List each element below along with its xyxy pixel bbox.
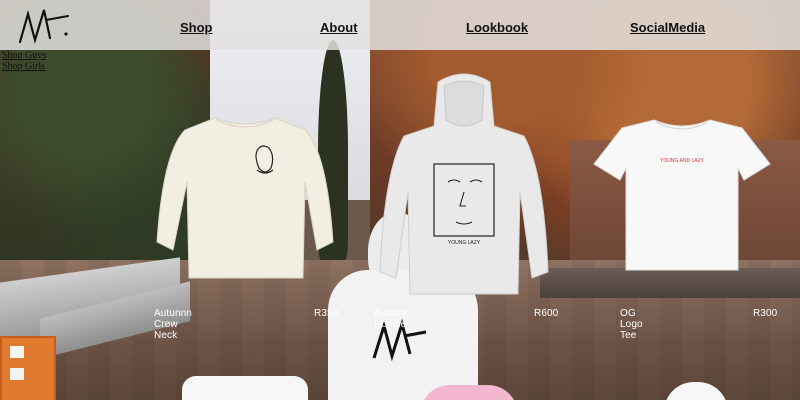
- product-name: Autunnn Crew Neck: [154, 308, 192, 341]
- product-shorts-peek: [182, 376, 308, 400]
- product-name: OG Logo Tee: [620, 308, 643, 341]
- nav-about[interactable]: About: [320, 20, 358, 35]
- nav-shop[interactable]: Shop: [180, 20, 213, 35]
- tee-image[interactable]: YOUNG AND LAZY: [592, 116, 772, 274]
- crew-neck-image[interactable]: [155, 112, 335, 282]
- submenu-shop-girls[interactable]: Shop Girls: [2, 61, 45, 72]
- nav-socialmedia[interactable]: SocialMedia: [630, 20, 705, 35]
- hoodie-image[interactable]: YOUNG LAZY: [378, 72, 550, 298]
- tee-print-text: YOUNG AND LAZY: [660, 158, 705, 164]
- hoodie-print-text: YOUNG LAZY: [448, 240, 481, 246]
- site-header: Shop About Lookbook SocialMedia: [0, 0, 800, 50]
- submenu-shop-guys[interactable]: Shop Guys: [2, 50, 46, 61]
- product-price: R600: [534, 308, 559, 319]
- nav-lookbook[interactable]: Lookbook: [466, 20, 528, 35]
- product-price: R350: [314, 308, 339, 319]
- product-name: Autumn Hoodie: [374, 308, 410, 330]
- signature-logo-icon[interactable]: [16, 4, 72, 48]
- product-price: R300: [753, 308, 778, 319]
- electric-box: [0, 336, 56, 400]
